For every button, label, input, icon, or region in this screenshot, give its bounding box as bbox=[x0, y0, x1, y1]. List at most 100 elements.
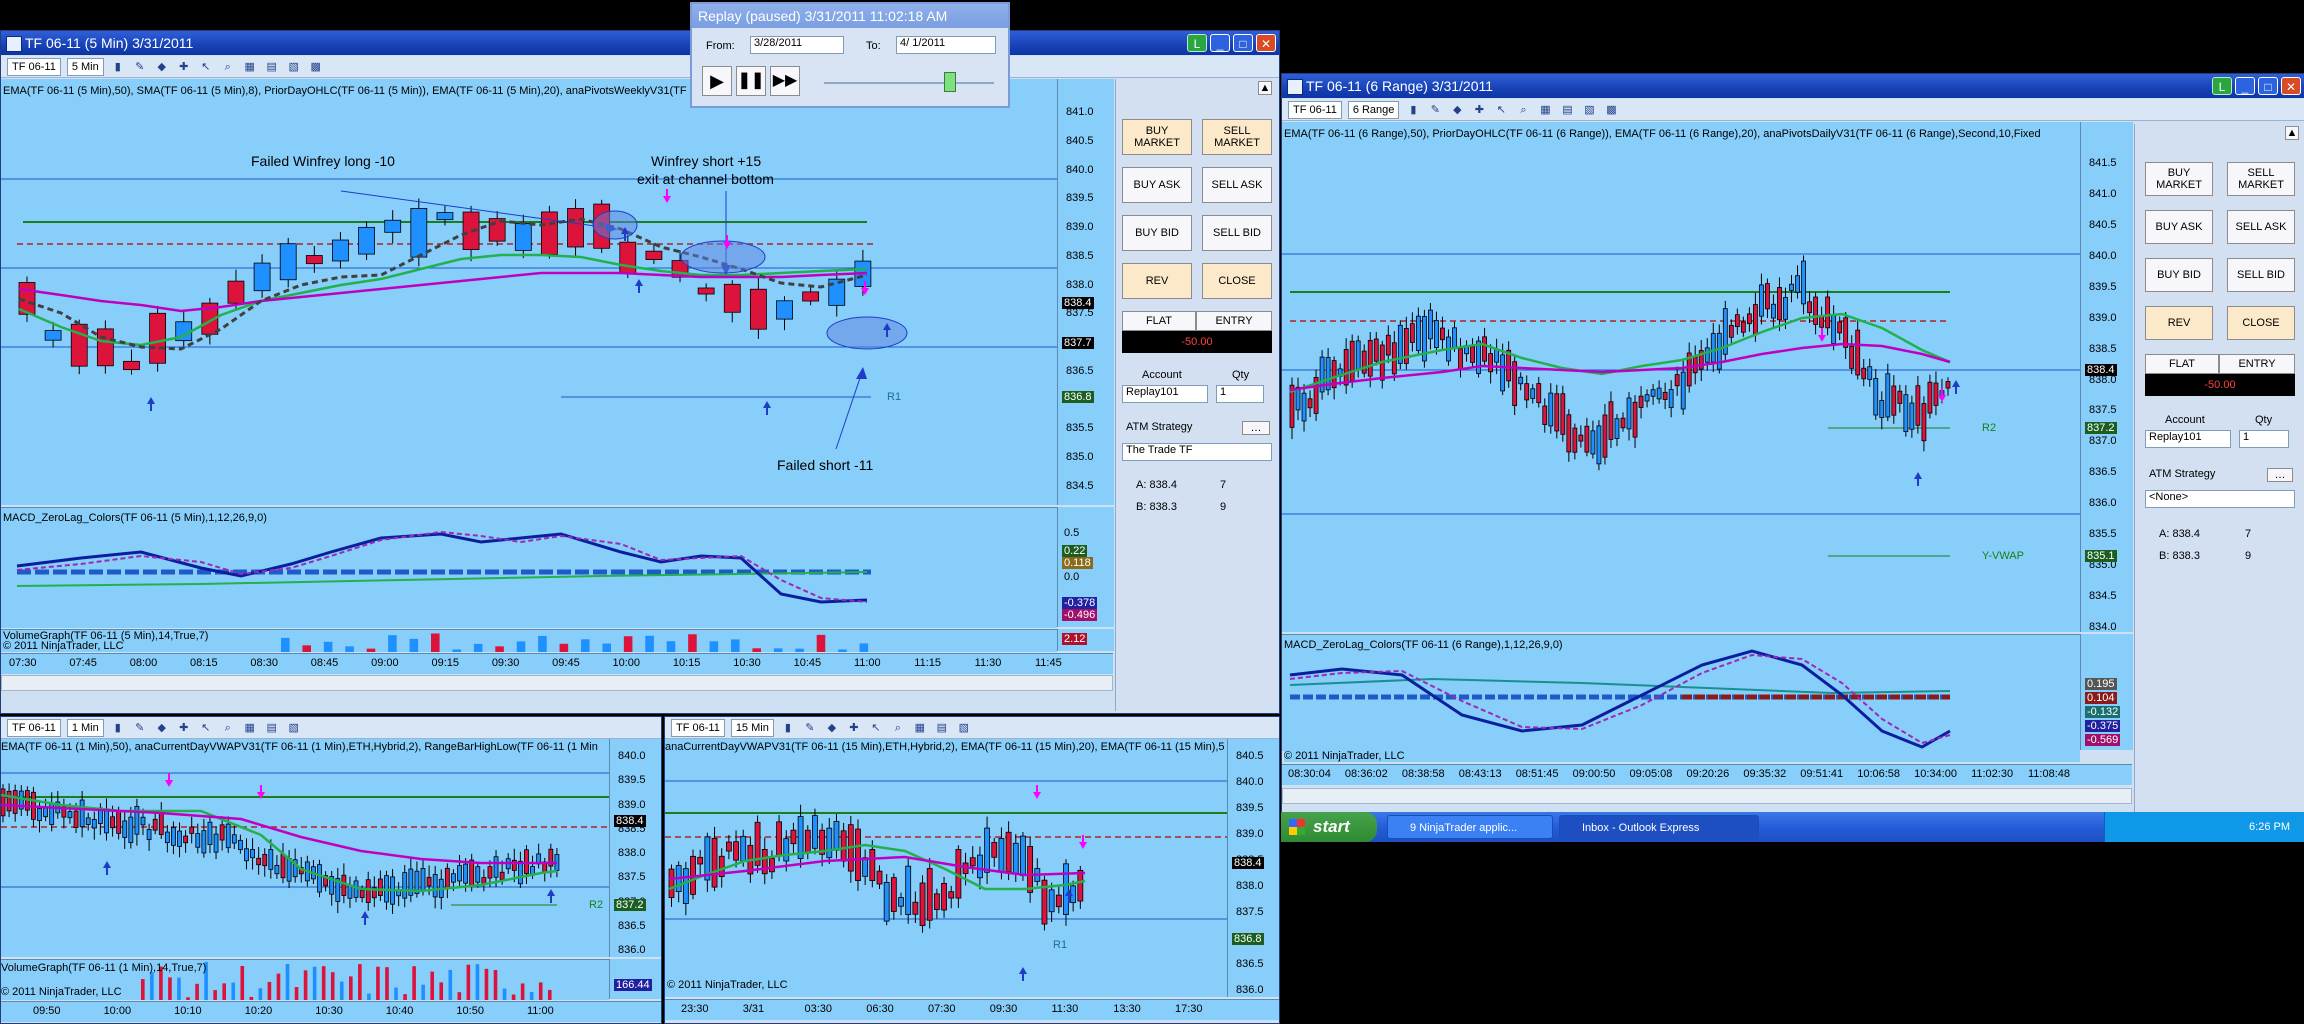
fast-forward-icon[interactable]: ▶▶ bbox=[770, 66, 800, 96]
sell-market-button[interactable]: SELL MARKET bbox=[2227, 162, 2295, 196]
maximize-icon[interactable]: □ bbox=[2258, 77, 2278, 95]
link-button[interactable]: L bbox=[1187, 34, 1207, 52]
sell-ask-button[interactable]: SELL ASK bbox=[2227, 210, 2295, 244]
crosshair-icon[interactable]: ✚ bbox=[176, 720, 192, 736]
maximize-icon[interactable]: □ bbox=[1233, 34, 1253, 52]
horizontal-scrollbar[interactable] bbox=[1, 675, 1113, 691]
crosshair-icon[interactable]: ✚ bbox=[846, 720, 862, 736]
cursor-icon[interactable]: ↖ bbox=[1493, 102, 1509, 118]
period-select[interactable]: 1 Min bbox=[66, 718, 104, 737]
chart-trader-icon[interactable]: ▦ bbox=[242, 720, 258, 736]
atm-edit-button[interactable]: … bbox=[2267, 468, 2293, 482]
bar-type-icon[interactable]: ▮ bbox=[110, 720, 126, 736]
window-titlebar[interactable]: TF 06-11 (5 Min) 3/31/2011 L _ □ ✕ bbox=[1, 31, 1279, 55]
chart-trader-icon[interactable]: ▦ bbox=[242, 59, 258, 75]
pencil-icon[interactable]: ✎ bbox=[1427, 102, 1443, 118]
period-select[interactable]: 5 Min bbox=[66, 57, 104, 76]
indicators-icon[interactable]: ▤ bbox=[1559, 102, 1575, 118]
buy-ask-button[interactable]: BUY ASK bbox=[2145, 210, 2213, 244]
collapse-icon[interactable]: ▲ bbox=[2285, 126, 2299, 140]
strategies-icon[interactable]: ▧ bbox=[1581, 102, 1597, 118]
chart-trader-icon[interactable]: ▦ bbox=[912, 720, 928, 736]
pencil-icon[interactable]: ✎ bbox=[132, 720, 148, 736]
qty-stepper[interactable]: 1 bbox=[2239, 430, 2289, 448]
bar-type-icon[interactable]: ▮ bbox=[1405, 102, 1421, 118]
bar-type-icon[interactable]: ▮ bbox=[110, 59, 126, 75]
crosshair-icon[interactable]: ✚ bbox=[176, 59, 192, 75]
strategies-icon[interactable]: ▧ bbox=[956, 720, 972, 736]
close-position-button[interactable]: CLOSE bbox=[1202, 263, 1272, 299]
link-button[interactable]: L bbox=[2212, 77, 2232, 95]
indicators-icon[interactable]: ▤ bbox=[264, 59, 280, 75]
speed-slider-track[interactable] bbox=[824, 82, 994, 84]
zoom-icon[interactable]: ⌕ bbox=[1515, 102, 1531, 118]
indicators-icon[interactable]: ▤ bbox=[264, 720, 280, 736]
period-select[interactable]: 6 Range bbox=[1347, 100, 1400, 119]
close-position-button[interactable]: CLOSE bbox=[2227, 306, 2295, 340]
instrument-select[interactable]: TF 06-11 bbox=[7, 718, 61, 737]
collapse-icon[interactable]: ▲ bbox=[1258, 81, 1272, 95]
sell-bid-button[interactable]: SELL BID bbox=[1202, 215, 1272, 251]
qty-stepper[interactable]: 1 bbox=[1216, 385, 1264, 403]
to-date-input[interactable]: 4/ 1/2011 bbox=[896, 36, 996, 54]
indicators-icon[interactable]: ▤ bbox=[934, 720, 950, 736]
properties-icon[interactable]: ▩ bbox=[308, 59, 324, 75]
price-chart[interactable]: EMA(TF 06-11 (5 Min),50), SMA(TF 06-11 (… bbox=[1, 79, 1057, 505]
price-chart[interactable]: EMA(TF 06-11 (6 Range),50), PriorDayOHLC… bbox=[1282, 122, 2080, 632]
period-select[interactable]: 15 Min bbox=[730, 718, 774, 737]
taskbar-item-outlook[interactable]: Inbox - Outlook Express bbox=[1559, 815, 1759, 839]
sell-bid-button[interactable]: SELL BID bbox=[2227, 258, 2295, 292]
atm-strategy-select[interactable]: <None> bbox=[2145, 490, 2295, 508]
cursor-icon[interactable]: ↖ bbox=[198, 720, 214, 736]
horizontal-scrollbar[interactable] bbox=[1282, 788, 2132, 804]
buy-bid-button[interactable]: BUY BID bbox=[2145, 258, 2213, 292]
instrument-select[interactable]: TF 06-11 bbox=[1288, 100, 1342, 119]
atm-strategy-select[interactable]: The Trade TF bbox=[1122, 443, 1272, 461]
pencil-icon[interactable]: ✎ bbox=[802, 720, 818, 736]
color-icon[interactable]: ◆ bbox=[1449, 102, 1465, 118]
minimize-icon[interactable]: _ bbox=[1210, 34, 1230, 52]
macd-panel[interactable]: MACD_ZeroLag_Colors(TF 06-11 (5 Min),1,1… bbox=[1, 507, 1057, 628]
strategies-icon[interactable]: ▧ bbox=[286, 59, 302, 75]
volume-panel[interactable]: VolumeGraph(TF 06-11 (1 Min),14,True,7) … bbox=[1, 959, 609, 1000]
color-icon[interactable]: ◆ bbox=[824, 720, 840, 736]
price-chart[interactable]: anaCurrentDayVWAPV31(TF 06-11 (15 Min),E… bbox=[665, 739, 1227, 997]
atm-edit-button[interactable]: … bbox=[1242, 421, 1270, 435]
account-select[interactable]: Replay101 bbox=[2145, 430, 2231, 448]
speed-slider-thumb[interactable] bbox=[944, 72, 956, 92]
window-titlebar[interactable]: TF 06-11 (6 Range) 3/31/2011 L _ □ ✕ bbox=[1282, 74, 2304, 98]
instrument-select[interactable]: TF 06-11 bbox=[7, 57, 61, 76]
instrument-select[interactable]: TF 06-11 bbox=[671, 718, 725, 737]
sell-ask-button[interactable]: SELL ASK bbox=[1202, 167, 1272, 203]
taskbar-item-ninjatrader[interactable]: 9 NinjaTrader applic... bbox=[1387, 815, 1553, 839]
cursor-icon[interactable]: ↖ bbox=[868, 720, 884, 736]
bar-type-icon[interactable]: ▮ bbox=[780, 720, 796, 736]
reverse-button[interactable]: REV bbox=[2145, 306, 2213, 340]
pencil-icon[interactable]: ✎ bbox=[132, 59, 148, 75]
volume-panel[interactable]: VolumeGraph(TF 06-11 (5 Min),14,True,7) … bbox=[1, 629, 1057, 652]
strategies-icon[interactable]: ▧ bbox=[286, 720, 302, 736]
chart-trader-icon[interactable]: ▦ bbox=[1537, 102, 1553, 118]
zoom-icon[interactable]: ⌕ bbox=[220, 59, 236, 75]
buy-ask-button[interactable]: BUY ASK bbox=[1122, 167, 1192, 203]
price-chart[interactable]: EMA(TF 06-11 (1 Min),50), anaCurrentDayV… bbox=[1, 739, 609, 957]
color-icon[interactable]: ◆ bbox=[154, 720, 170, 736]
crosshair-icon[interactable]: ✚ bbox=[1471, 102, 1487, 118]
close-icon[interactable]: ✕ bbox=[2281, 77, 2301, 95]
replay-titlebar[interactable]: Replay (paused) 3/31/2011 11:02:18 AM bbox=[692, 4, 1008, 28]
account-select[interactable]: Replay101 bbox=[1122, 385, 1208, 403]
play-icon[interactable]: ▶ bbox=[702, 66, 732, 96]
cursor-icon[interactable]: ↖ bbox=[198, 59, 214, 75]
zoom-icon[interactable]: ⌕ bbox=[220, 720, 236, 736]
sell-market-button[interactable]: SELL MARKET bbox=[1202, 119, 1272, 155]
start-button[interactable]: start bbox=[1281, 812, 1377, 842]
from-date-input[interactable]: 3/28/2011 bbox=[750, 36, 844, 54]
close-icon[interactable]: ✕ bbox=[1256, 34, 1276, 52]
zoom-icon[interactable]: ⌕ bbox=[890, 720, 906, 736]
reverse-button[interactable]: REV bbox=[1122, 263, 1192, 299]
macd-panel[interactable]: MACD_ZeroLag_Colors(TF 06-11 (6 Range),1… bbox=[1282, 634, 2080, 751]
buy-market-button[interactable]: BUY MARKET bbox=[2145, 162, 2213, 196]
buy-market-button[interactable]: BUY MARKET bbox=[1122, 119, 1192, 155]
color-icon[interactable]: ◆ bbox=[154, 59, 170, 75]
minimize-icon[interactable]: _ bbox=[2235, 77, 2255, 95]
